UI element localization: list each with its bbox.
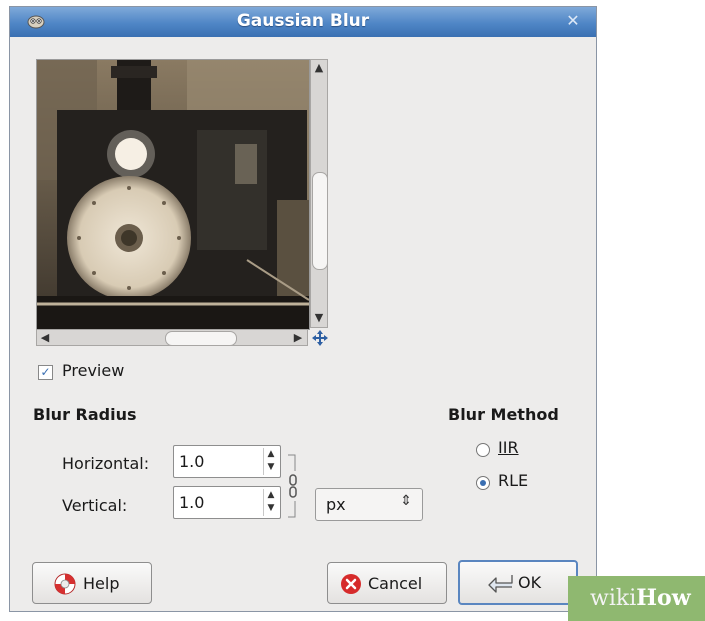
iir-label-text: IIR	[498, 438, 519, 457]
preview-vertical-scrollbar[interactable]: ▲ ▼	[310, 59, 328, 328]
vertical-scroll-thumb[interactable]	[312, 172, 328, 270]
horizontal-spinbutton[interactable]: 1.0 ▲ ▼	[173, 445, 281, 478]
preview-horizontal-scrollbar[interactable]: ◀ ▶	[36, 329, 308, 346]
rle-label-text: RLE	[498, 471, 529, 490]
radio-selected-dot	[480, 480, 486, 486]
vertical-value[interactable]: 1.0	[179, 493, 204, 512]
vertical-spinbutton[interactable]: 1.0 ▲ ▼	[173, 486, 281, 519]
spin-down-icon[interactable]: ▼	[264, 461, 278, 474]
title-bar[interactable]: Gaussian Blur ✕	[10, 7, 596, 37]
blur-method-heading: Blur Method	[448, 405, 559, 424]
vertical-label: Vertical:	[62, 496, 128, 515]
spin-down-icon[interactable]: ▼	[264, 502, 278, 515]
unit-value: px	[326, 495, 346, 514]
cancel-label: Cancel	[368, 574, 423, 593]
cancel-icon	[341, 574, 361, 594]
help-button[interactable]: Help	[32, 562, 152, 604]
preview-checkbox[interactable]: ✓	[38, 365, 53, 380]
ok-return-icon	[488, 575, 513, 593]
blur-radius-heading: Blur Radius	[33, 405, 137, 424]
spin-up-icon[interactable]: ▲	[264, 448, 278, 461]
scroll-right-icon[interactable]: ▶	[291, 332, 305, 344]
vertical-stepper[interactable]: ▲ ▼	[263, 489, 278, 516]
locomotive-photo	[37, 60, 309, 329]
close-icon[interactable]: ✕	[564, 12, 582, 30]
scroll-left-icon[interactable]: ◀	[38, 332, 52, 344]
ok-label: OK	[518, 573, 542, 592]
preview-image[interactable]	[36, 59, 310, 330]
help-label: Help	[83, 574, 120, 593]
radio-iir[interactable]	[476, 443, 490, 457]
watermark-wiki: wiki	[590, 586, 637, 611]
help-lifebuoy-icon	[54, 573, 76, 595]
horizontal-stepper[interactable]: ▲ ▼	[263, 448, 278, 475]
chain-link-icon[interactable]	[286, 453, 300, 519]
spin-up-icon[interactable]: ▲	[264, 489, 278, 502]
scroll-up-icon[interactable]: ▲	[312, 62, 326, 74]
unit-select[interactable]: px ⇕	[315, 488, 423, 521]
horizontal-scroll-thumb[interactable]	[165, 331, 237, 346]
horizontal-value[interactable]: 1.0	[179, 452, 204, 471]
wikihow-watermark: wikiHow	[568, 576, 705, 621]
cancel-button[interactable]: Cancel	[327, 562, 447, 604]
radio-rle[interactable]	[476, 476, 490, 490]
watermark-how: How	[636, 585, 691, 611]
iir-label[interactable]: IIR	[498, 438, 519, 457]
rle-label[interactable]: RLE	[498, 471, 528, 490]
navigate-move-icon[interactable]	[311, 329, 329, 347]
scroll-down-icon[interactable]: ▼	[312, 312, 326, 324]
select-arrows-icon: ⇕	[400, 493, 412, 509]
window-title: Gaussian Blur	[236, 11, 370, 31]
preview-label[interactable]: Preview	[62, 361, 124, 380]
gaussian-blur-dialog: Gaussian Blur ✕ ▲ ▼ ◀ ▶ ✓ Preview Blur R…	[9, 6, 597, 612]
horizontal-label: Horizontal:	[62, 454, 150, 473]
ok-button[interactable]: OK	[458, 560, 578, 605]
